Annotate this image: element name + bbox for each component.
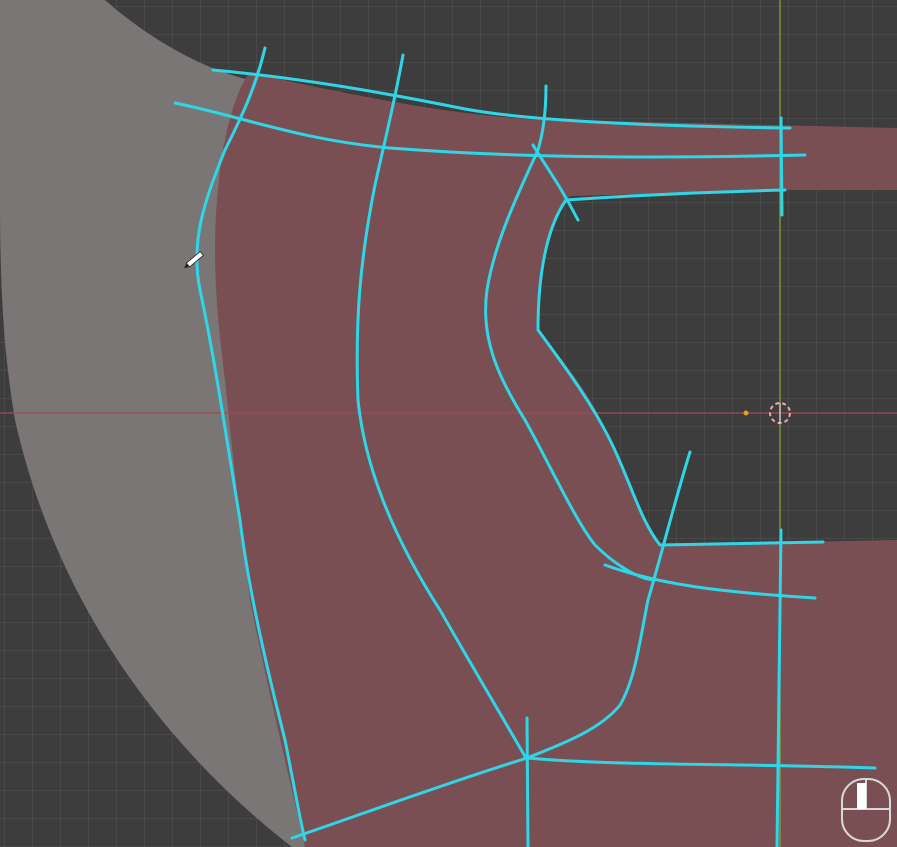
object-origin-dot [743, 410, 749, 416]
stroke-bottom-vertical [525, 716, 530, 847]
stroke-right-vertical-top [779, 116, 784, 217]
mesh-surface [215, 72, 897, 847]
viewport-scene[interactable] [0, 0, 897, 847]
mouse-icon [841, 778, 891, 842]
3d-viewport[interactable] [0, 0, 897, 847]
